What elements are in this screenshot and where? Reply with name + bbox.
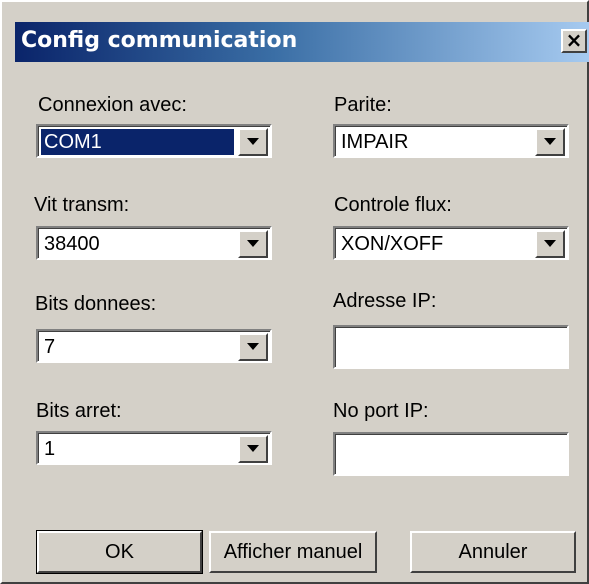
config-dialog: Config communication × Connexion avec: C… (0, 0, 589, 584)
controle-flux-value: XON/XOFF (341, 233, 444, 255)
controle-flux-select[interactable]: XON/XOFF (333, 226, 569, 260)
title-bar[interactable]: Config communication × (15, 22, 589, 62)
chevron-down-icon[interactable] (238, 128, 268, 156)
connexion-label: Connexion avec: (38, 94, 187, 116)
chevron-down-icon[interactable] (238, 333, 268, 361)
adresse-ip-label: Adresse IP: (333, 290, 437, 312)
port-ip-label: No port IP: (333, 400, 429, 422)
port-ip-input[interactable] (333, 432, 569, 476)
annuler-button[interactable]: Annuler (410, 531, 576, 573)
parite-value: IMPAIR (341, 131, 409, 153)
window-title: Config communication (21, 28, 298, 53)
connexion-value: COM1 (41, 129, 234, 155)
adresse-ip-input[interactable] (333, 325, 569, 369)
bits-arret-select[interactable]: 1 (36, 431, 272, 465)
bits-donnees-select[interactable]: 7 (36, 329, 272, 363)
bits-arret-value: 1 (44, 438, 56, 460)
chevron-down-icon[interactable] (535, 128, 565, 156)
close-button[interactable]: × (561, 29, 587, 53)
vitesse-label: Vit transm: (34, 194, 130, 216)
chevron-down-icon[interactable] (238, 435, 268, 463)
chevron-down-icon[interactable] (238, 230, 268, 258)
close-icon: × (565, 28, 583, 52)
ok-button[interactable]: OK (36, 530, 203, 574)
afficher-manuel-button[interactable]: Afficher manuel (209, 531, 377, 573)
parite-select[interactable]: IMPAIR (333, 124, 569, 158)
bits-donnees-value: 7 (44, 336, 56, 358)
parite-label: Parite: (334, 94, 392, 116)
vitesse-value: 38400 (44, 233, 100, 255)
vitesse-select[interactable]: 38400 (36, 226, 272, 260)
bits-arret-label: Bits arret: (36, 400, 122, 422)
chevron-down-icon[interactable] (535, 230, 565, 258)
bits-donnees-label: Bits donnees: (35, 293, 157, 315)
connexion-select[interactable]: COM1 (36, 124, 272, 158)
controle-flux-label: Controle flux: (334, 194, 452, 216)
